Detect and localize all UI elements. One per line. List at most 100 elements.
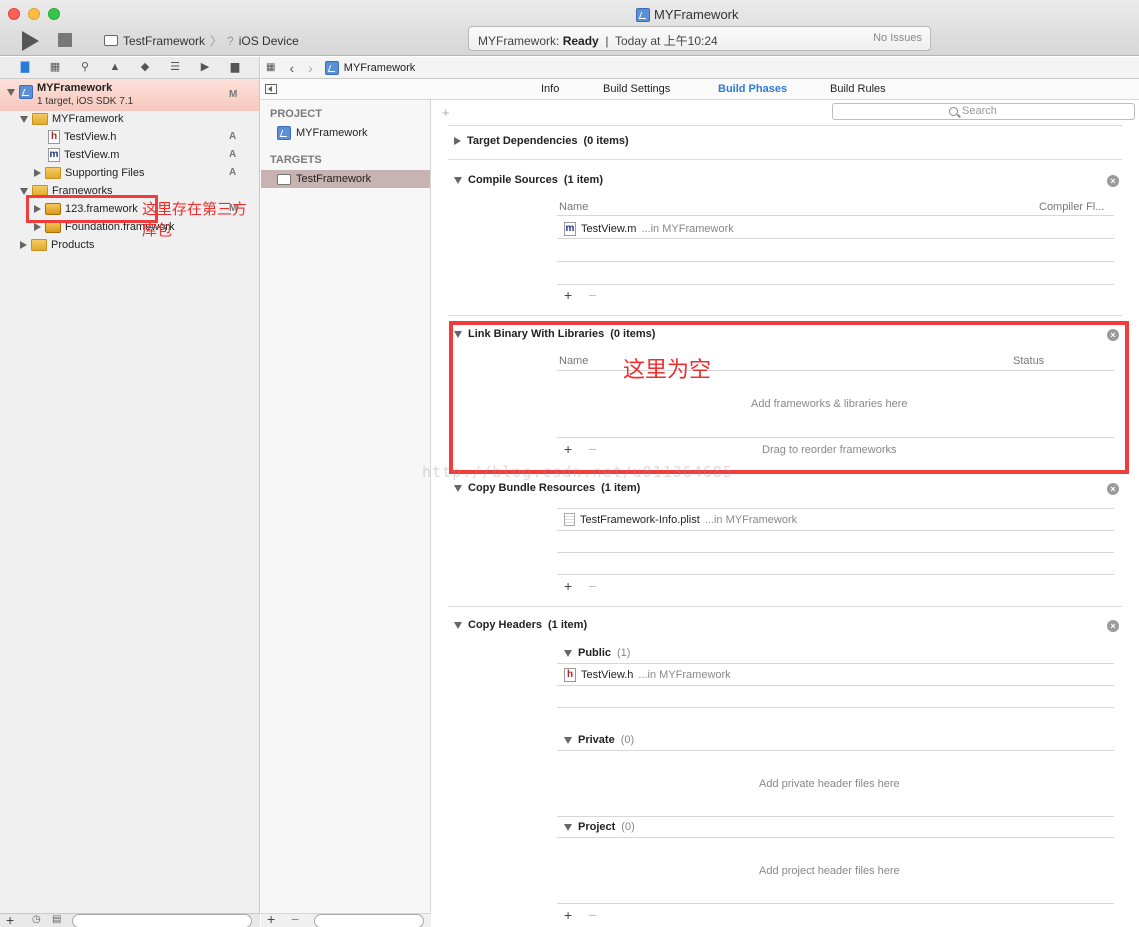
phase-copy-bundle-resources[interactable]: Copy Bundle Resources (1 item) [454, 482, 640, 494]
navigator-filter-input[interactable] [72, 914, 252, 927]
scheme-selector[interactable]: TestFramework 〉 ? iOS Device [104, 32, 299, 49]
disclosure-open-icon[interactable] [20, 187, 28, 195]
disclosure-open-icon[interactable] [564, 649, 572, 657]
related-items-icon[interactable]: ▦ [266, 62, 275, 73]
disclosure-open-icon[interactable] [7, 89, 15, 96]
targets-filter-input[interactable] [314, 914, 424, 927]
table-line [557, 903, 1114, 904]
add-item-button[interactable]: + [564, 287, 572, 303]
column-header-name[interactable]: Name [559, 201, 588, 213]
scheme-icon [104, 35, 118, 46]
add-item-button[interactable]: + [564, 907, 572, 923]
disclosure-open-icon[interactable] [564, 823, 572, 831]
tree-group-supporting-files[interactable]: Supporting Files [34, 164, 145, 182]
row-file: TestView.m [581, 223, 637, 235]
table-line [557, 750, 1114, 751]
add-build-phase-button[interactable]: + [442, 105, 450, 120]
delete-phase-icon[interactable]: × [1107, 620, 1119, 632]
column-header-compiler-flags[interactable]: Compiler Fl... [1039, 201, 1104, 213]
project-name: MYFramework [37, 82, 113, 94]
back-arrow-icon[interactable]: ‹ [289, 60, 294, 76]
disclosure-open-icon[interactable] [454, 621, 462, 629]
search-icon[interactable]: ⚲ [78, 61, 92, 74]
target-item-testframework[interactable]: TestFramework [261, 170, 430, 188]
table-line [557, 261, 1114, 262]
phase-copy-headers[interactable]: Copy Headers (1 item) [454, 619, 587, 631]
row-location: ...in MYFramework [704, 513, 798, 526]
debug-navigator-icon[interactable]: ☰ [168, 61, 182, 74]
remove-item-button[interactable]: − [588, 578, 596, 594]
forward-arrow-icon[interactable]: › [308, 60, 313, 76]
stop-button[interactable] [58, 33, 72, 47]
project-item[interactable]: MYFramework [261, 124, 430, 142]
log-icon[interactable]: ▆ [228, 61, 242, 74]
run-button[interactable] [22, 31, 39, 51]
remove-target-button[interactable]: − [291, 911, 299, 927]
add-item-button[interactable]: + [564, 578, 572, 594]
folder-icon[interactable]: ▇ [18, 61, 32, 74]
add-target-button[interactable]: + [267, 911, 275, 927]
table-row[interactable]: m TestView.m ...in MYFramework [564, 222, 734, 236]
project-subtitle: 1 target, iOS SDK 7.1 [37, 96, 134, 107]
test-navigator-icon[interactable]: ◆ [138, 61, 152, 74]
table-line [557, 816, 1114, 817]
tree-file-testview-h[interactable]: h TestView.h [48, 128, 116, 146]
disclosure-open-icon[interactable] [454, 176, 462, 184]
status-state: Ready [562, 34, 599, 48]
headers-private-group[interactable]: Private (0) [564, 734, 634, 746]
table-row[interactable]: TestFramework-Info.plist ...in MYFramewo… [564, 513, 797, 526]
toggle-target-list-icon[interactable] [265, 84, 277, 94]
tree-group-products[interactable]: Products [20, 236, 94, 254]
build-phases-editor: + Search Target Dependencies (0 items) C… [432, 100, 1139, 927]
scheme-separator: 〉 [210, 34, 223, 48]
phase-compile-sources[interactable]: Compile Sources (1 item) [454, 174, 603, 186]
recent-files-icon[interactable]: ◷ [32, 914, 41, 925]
zoom-window-button[interactable] [48, 8, 60, 20]
copy-bundle-controls: + − [564, 578, 596, 594]
warning-icon[interactable]: ▲ [108, 61, 122, 74]
delete-phase-icon[interactable]: × [1107, 175, 1119, 187]
tab-build-settings[interactable]: Build Settings [603, 83, 670, 95]
remove-item-button[interactable]: − [588, 287, 596, 303]
navigator-selector-bar: ▇ ▦ ⚲ ▲ ◆ ☰ ▶ ▆ [0, 57, 259, 79]
header-file-icon: h [564, 668, 576, 682]
status-time: Today at 上午10:24 [614, 34, 718, 48]
tab-build-rules[interactable]: Build Rules [830, 83, 886, 95]
disclosure-closed-icon[interactable] [34, 169, 41, 177]
minimize-window-button[interactable] [28, 8, 40, 20]
window-title: MYFramework [636, 7, 739, 22]
issues-indicator[interactable]: No Issues [873, 32, 922, 44]
project-scm-badge: M [229, 89, 238, 100]
scm-filter-icon[interactable]: ▤ [52, 914, 61, 925]
headers-project-group[interactable]: Project (0) [564, 821, 635, 833]
device-name[interactable]: iOS Device [239, 34, 299, 48]
disclosure-closed-icon[interactable] [20, 241, 27, 249]
headers-public-group[interactable]: Public (1) [564, 647, 630, 659]
symbol-navigator-icon[interactable]: ▦ [48, 61, 62, 74]
group-count: (0) [620, 734, 635, 746]
tab-build-phases[interactable]: Build Phases [718, 83, 787, 95]
disclosure-closed-icon[interactable] [454, 137, 461, 145]
tree-item-label: TestView.m [64, 149, 120, 161]
table-row[interactable]: h TestView.h ...in MYFramework [564, 668, 731, 682]
build-phases-search-input[interactable]: Search [832, 103, 1135, 120]
add-file-button[interactable]: + [6, 912, 14, 927]
breakpoint-icon[interactable]: ▶ [198, 61, 212, 74]
project-root-row[interactable]: MYFramework 1 target, iOS SDK 7.1 [7, 81, 133, 111]
project-item-label: MYFramework [296, 127, 368, 139]
scheme-name: TestFramework [123, 33, 206, 48]
scm-badge: A [229, 149, 237, 160]
delete-phase-icon[interactable]: × [1107, 483, 1119, 495]
close-window-button[interactable] [8, 8, 20, 20]
tree-group-myframework[interactable]: MYFramework [20, 110, 124, 128]
breadcrumb[interactable]: MYFramework [324, 60, 415, 75]
remove-item-button[interactable]: − [588, 907, 596, 923]
disclosure-closed-icon[interactable] [34, 223, 41, 231]
implementation-file-icon: m [564, 222, 576, 236]
tree-file-testview-m[interactable]: m TestView.m [48, 146, 119, 164]
phase-target-dependencies[interactable]: Target Dependencies (0 items) [454, 135, 629, 147]
disclosure-open-icon[interactable] [564, 736, 572, 744]
tab-info[interactable]: Info [541, 83, 559, 95]
disclosure-open-icon[interactable] [454, 484, 462, 492]
disclosure-open-icon[interactable] [20, 115, 28, 123]
